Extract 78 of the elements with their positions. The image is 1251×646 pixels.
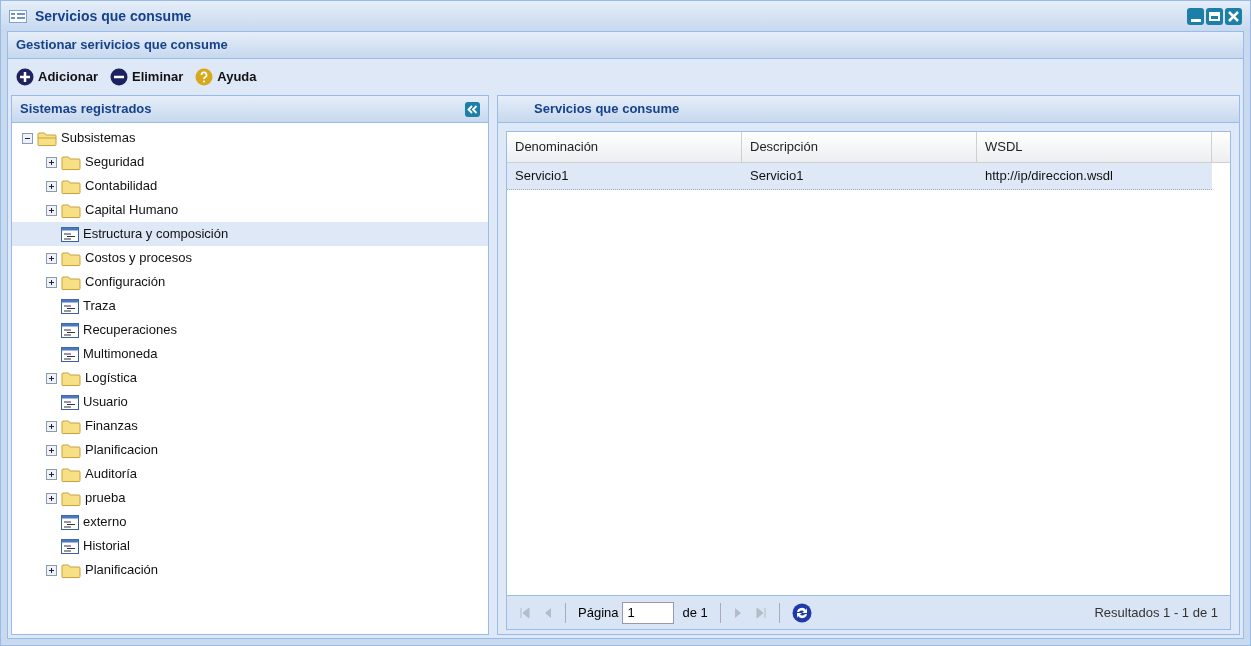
- document-icon: [61, 226, 79, 242]
- tree-item[interactable]: Multimoneda: [12, 342, 488, 366]
- toolbar-button[interactable]: Eliminar: [109, 67, 184, 87]
- tree-item[interactable]: Historial: [12, 534, 488, 558]
- double-chevron-icon: [467, 104, 478, 114]
- tree-item[interactable]: Configuración: [12, 270, 488, 294]
- document-icon: [61, 394, 79, 410]
- folder-icon: [61, 370, 81, 386]
- table-cell-text: Servicio1: [514, 167, 570, 186]
- toolbar-button[interactable]: Adicionar: [16, 67, 98, 87]
- folder-icon: [61, 154, 81, 170]
- expand-icon[interactable]: [46, 468, 57, 480]
- column-header[interactable]: Descripción: [742, 132, 977, 162]
- tree-item[interactable]: Traza: [12, 294, 488, 318]
- table-cell-text: http://ip/direccion.wsdl: [984, 167, 1114, 186]
- plus-icon: [16, 68, 34, 86]
- panel-title: Sistemas registrados: [20, 100, 152, 119]
- panel-title: Servicios que consume: [534, 100, 680, 119]
- column-header[interactable]: WSDL: [977, 132, 1212, 162]
- close-button[interactable]: [1225, 7, 1242, 25]
- page-count: de 1: [682, 603, 708, 622]
- folder-icon: [61, 274, 81, 290]
- folder-icon: [61, 202, 81, 218]
- folder-icon: [61, 466, 81, 482]
- tree-item[interactable]: externo: [12, 510, 488, 534]
- folder-icon: [61, 490, 81, 506]
- tree-item[interactable]: Auditoría: [12, 462, 488, 486]
- expand-icon[interactable]: [46, 444, 57, 456]
- page-field[interactable]: 1: [622, 601, 675, 624]
- close-icon: [1228, 10, 1239, 22]
- window-title: Servicios que consume: [35, 6, 192, 26]
- tree-item[interactable]: Costos y procesos: [12, 246, 488, 270]
- tree-item[interactable]: prueba: [12, 486, 488, 510]
- tree-item[interactable]: Seguridad: [12, 150, 488, 174]
- help-icon: [195, 68, 214, 86]
- page-label: Página: [578, 603, 619, 622]
- tree-item[interactable]: Planificación: [12, 558, 488, 582]
- folder-icon: [61, 178, 81, 194]
- table-cell-text: Servicio1: [749, 167, 805, 186]
- open-folder-icon: [37, 130, 57, 146]
- document-icon: [61, 298, 79, 314]
- expand-icon[interactable]: [46, 420, 57, 432]
- folder-icon: [61, 250, 81, 266]
- tree-item[interactable]: Recuperaciones: [12, 318, 488, 342]
- tree-item[interactable]: Usuario: [12, 390, 488, 414]
- expand-icon[interactable]: [46, 372, 57, 384]
- tree-item[interactable]: Planificacion: [12, 438, 488, 462]
- column-header[interactable]: Denominación: [507, 132, 742, 162]
- tree-item[interactable]: Contabilidad: [12, 174, 488, 198]
- expand-icon[interactable]: [46, 564, 57, 576]
- minus-icon: [109, 68, 128, 86]
- maximize-button[interactable]: [1206, 7, 1223, 25]
- tree-item[interactable]: Subsistemas: [12, 126, 488, 150]
- document-icon: [61, 538, 79, 554]
- section-title: Gestionar serivicios que consume: [16, 36, 228, 55]
- expand-icon[interactable]: [46, 204, 57, 216]
- expand-icon[interactable]: [46, 252, 57, 264]
- expand-icon[interactable]: [46, 276, 57, 288]
- expand-icon[interactable]: [46, 492, 57, 504]
- folder-icon: [61, 562, 81, 578]
- document-icon: [61, 322, 79, 338]
- folder-icon: [61, 418, 81, 434]
- results-count: Resultados 1 - 1 de 1: [1094, 603, 1218, 622]
- refresh-icon[interactable]: [791, 602, 812, 623]
- minimize-button[interactable]: [1187, 7, 1204, 25]
- tree-item[interactable]: Capital Humano: [12, 198, 488, 222]
- expand-icon[interactable]: [46, 156, 57, 168]
- expand-icon[interactable]: [46, 180, 57, 192]
- document-icon: [61, 346, 79, 362]
- tree-item[interactable]: Finanzas: [12, 414, 488, 438]
- tree-item[interactable]: Logística: [12, 366, 488, 390]
- toolbar-button[interactable]: Ayuda: [195, 67, 257, 87]
- window-icon: [9, 9, 27, 23]
- collapse-panel-button[interactable]: [465, 101, 480, 117]
- tree-item[interactable]: Estructura y composición: [12, 222, 488, 246]
- document-icon: [61, 514, 79, 530]
- collapse-icon[interactable]: [22, 132, 33, 144]
- folder-icon: [61, 442, 81, 458]
